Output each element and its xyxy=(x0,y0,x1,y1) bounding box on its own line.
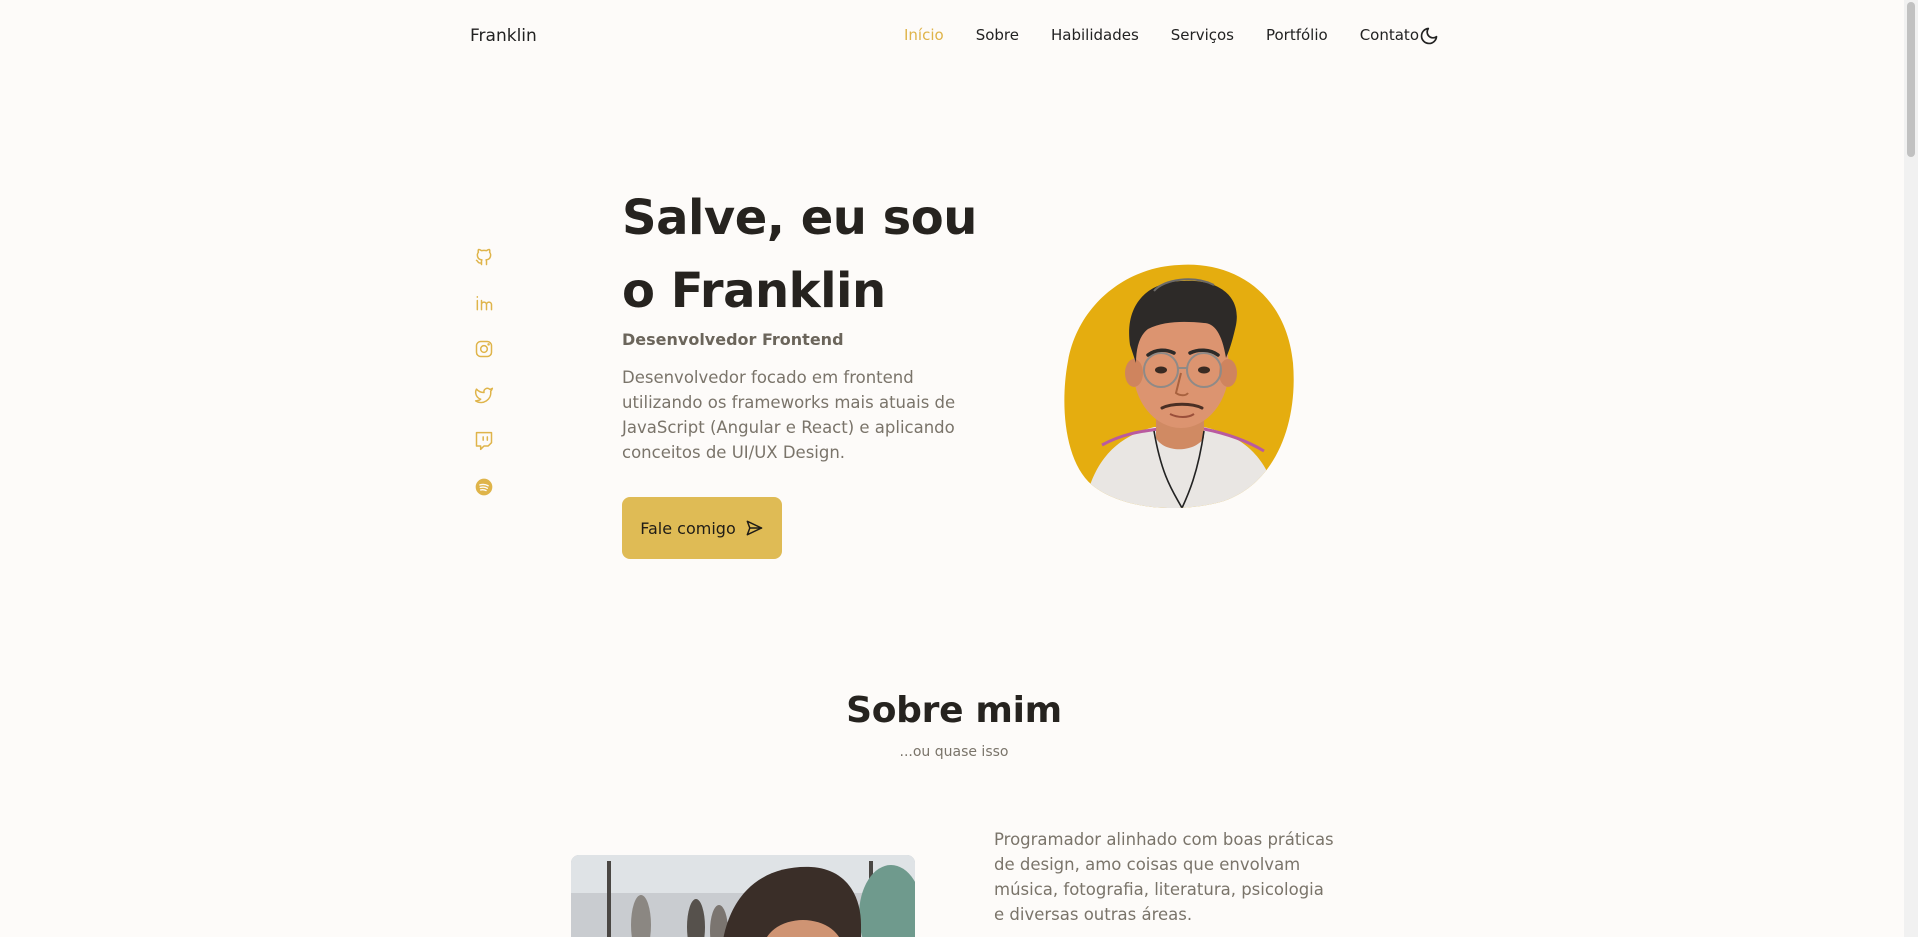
contact-button[interactable]: Fale comigo xyxy=(622,497,782,559)
spotify-icon xyxy=(475,478,493,496)
hero-title-line1: Salve, eu sou xyxy=(622,190,977,246)
logo-link[interactable]: Franklin xyxy=(470,26,537,46)
linkedin-icon xyxy=(476,296,493,311)
spotify-link[interactable] xyxy=(472,475,496,499)
about-photo-illustration xyxy=(571,855,915,937)
instagram-link[interactable] xyxy=(472,337,496,361)
hero-subtitle: Desenvolvedor Frontend xyxy=(622,330,844,349)
page: Franklin Início Sobre Habilidades Serviç… xyxy=(0,0,1918,937)
theme-toggle-button[interactable] xyxy=(1418,25,1440,47)
twitter-link[interactable] xyxy=(472,383,496,407)
avatar-illustration xyxy=(1064,264,1294,509)
about-title: Sobre mim xyxy=(846,690,1062,731)
nav-link-portfolio[interactable]: Portfólio xyxy=(1266,26,1328,44)
scrollbar-thumb[interactable] xyxy=(1907,2,1915,157)
nav-link-sobre[interactable]: Sobre xyxy=(976,26,1019,44)
social-links xyxy=(472,245,496,521)
about-text: Programador alinhado com boas práticas d… xyxy=(994,830,1334,924)
nav-link-contato[interactable]: Contato xyxy=(1360,26,1419,44)
header: Franklin Início Sobre Habilidades Serviç… xyxy=(0,0,1904,72)
hero-description: Desenvolvedor focado em frontend utiliza… xyxy=(622,368,956,462)
contact-button-label: Fale comigo xyxy=(640,518,736,538)
nav-link-inicio[interactable]: Início xyxy=(904,26,944,44)
github-link[interactable] xyxy=(472,245,496,269)
instagram-icon xyxy=(475,340,493,358)
twitter-icon xyxy=(474,387,494,404)
page-scrollbar[interactable] xyxy=(1904,0,1918,937)
linkedin-link[interactable] xyxy=(472,291,496,315)
about-photo xyxy=(571,855,915,937)
hero-avatar xyxy=(1064,263,1294,509)
hero-title: Salve, eu sou o Franklin xyxy=(622,182,1002,328)
moon-icon xyxy=(1420,27,1438,45)
main-nav: Início Sobre Habilidades Serviços Portfó… xyxy=(904,26,1451,44)
hero-title-line2: o Franklin xyxy=(622,263,886,319)
nav-link-habilidades[interactable]: Habilidades xyxy=(1051,26,1139,44)
github-icon xyxy=(475,248,492,266)
twitch-link[interactable] xyxy=(472,429,496,453)
twitch-icon xyxy=(475,431,493,451)
nav-link-servicos[interactable]: Serviços xyxy=(1171,26,1234,44)
about-subtitle: ...ou quase isso xyxy=(899,744,1009,760)
send-icon xyxy=(746,520,762,536)
